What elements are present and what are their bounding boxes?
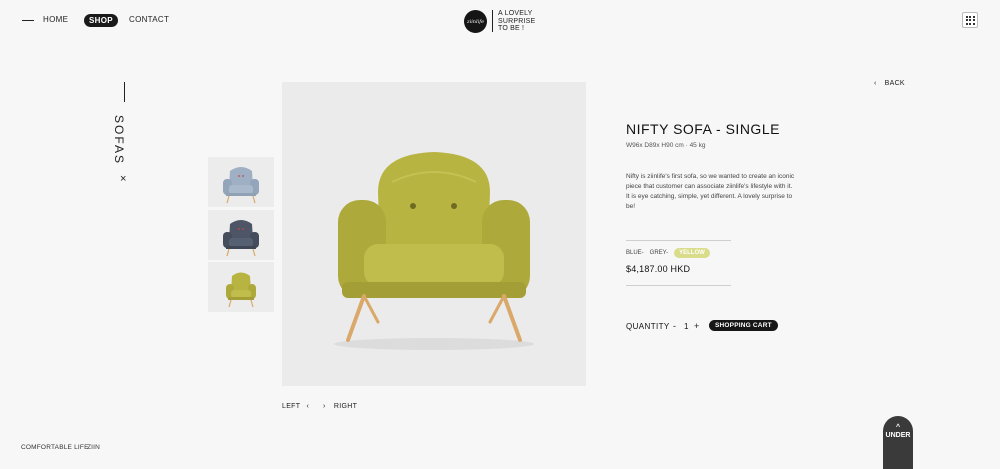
product-description: Nifty is ziinlife's first sofa, so we wa…	[626, 173, 795, 210]
nav-home[interactable]: HOME	[43, 15, 68, 24]
chevron-left-icon: ‹	[306, 403, 310, 410]
logo-text: ziinlife	[466, 18, 485, 25]
logo-divider	[492, 10, 493, 32]
arrow-up-icon: ^	[895, 424, 901, 431]
grid-menu-icon[interactable]	[962, 12, 978, 28]
tagline-line-2: SURPRISE	[498, 17, 536, 25]
quantity-label: QUANTITY	[626, 322, 670, 331]
gallery-prev-button[interactable]: LEFT ‹	[282, 403, 309, 410]
product-price: $4,187.00 HKD	[626, 264, 691, 274]
nav-contact[interactable]: CONTACT	[129, 15, 169, 24]
thumbnail-grey[interactable]	[208, 210, 274, 260]
footer-ziin[interactable]: ZIIN	[87, 444, 100, 451]
category-line	[124, 82, 125, 102]
sofa-grey-image	[208, 210, 274, 260]
product-dimensions: W96x D89x H90 cm · 45 kg	[626, 142, 706, 149]
quantity-decrease-button[interactable]: -	[673, 321, 676, 331]
sofa-yellow-image	[208, 262, 274, 312]
gallery-next-button[interactable]: › RIGHT	[323, 403, 357, 410]
brand-tagline: A LOVELY SURPRISE TO BE !	[498, 10, 535, 33]
nav-shop[interactable]: SHOP	[84, 14, 118, 27]
color-option-blue[interactable]: BLUE-	[626, 250, 644, 256]
footer-comfortable-life[interactable]: COMFORTABLE LIFE	[21, 444, 89, 451]
close-icon[interactable]: ×	[120, 173, 126, 185]
back-button[interactable]: ‹ BACK	[874, 80, 905, 87]
quantity-increase-button[interactable]: +	[694, 321, 699, 331]
under-label: UNDER	[885, 432, 911, 439]
shopping-cart-button[interactable]: SHOPPING CART	[709, 320, 778, 331]
color-options: BLUE- GREY- YELLOW	[626, 248, 710, 258]
divider	[626, 285, 731, 286]
under-button[interactable]: ^ UNDER	[883, 416, 913, 469]
divider	[626, 240, 731, 241]
gallery-next-label: RIGHT	[333, 403, 358, 410]
color-option-grey[interactable]: GREY-	[650, 250, 668, 256]
sofa-blue-image	[208, 157, 274, 207]
color-option-yellow[interactable]: YELLOW	[674, 248, 710, 258]
thumbnail-yellow[interactable]	[208, 262, 274, 312]
tagline-line-3: TO BE !	[498, 25, 525, 32]
thumbnail-blue[interactable]	[208, 157, 274, 207]
tagline-line-1: A LOVELY	[498, 10, 533, 17]
sofa-yellow-large-image	[282, 82, 586, 386]
product-main-image	[282, 82, 586, 386]
menu-dash-icon	[22, 20, 34, 21]
product-title: NIFTY SOFA - SINGLE	[626, 121, 780, 137]
chevron-right-icon: ›	[323, 403, 326, 410]
quantity-value: 1	[684, 322, 689, 331]
brand-logo[interactable]: ziinlife	[464, 10, 487, 33]
back-label: BACK	[884, 80, 905, 87]
category-label: SOFAS	[112, 115, 126, 166]
gallery-prev-label: LEFT	[282, 403, 301, 410]
chevron-left-icon: ‹	[874, 80, 877, 87]
